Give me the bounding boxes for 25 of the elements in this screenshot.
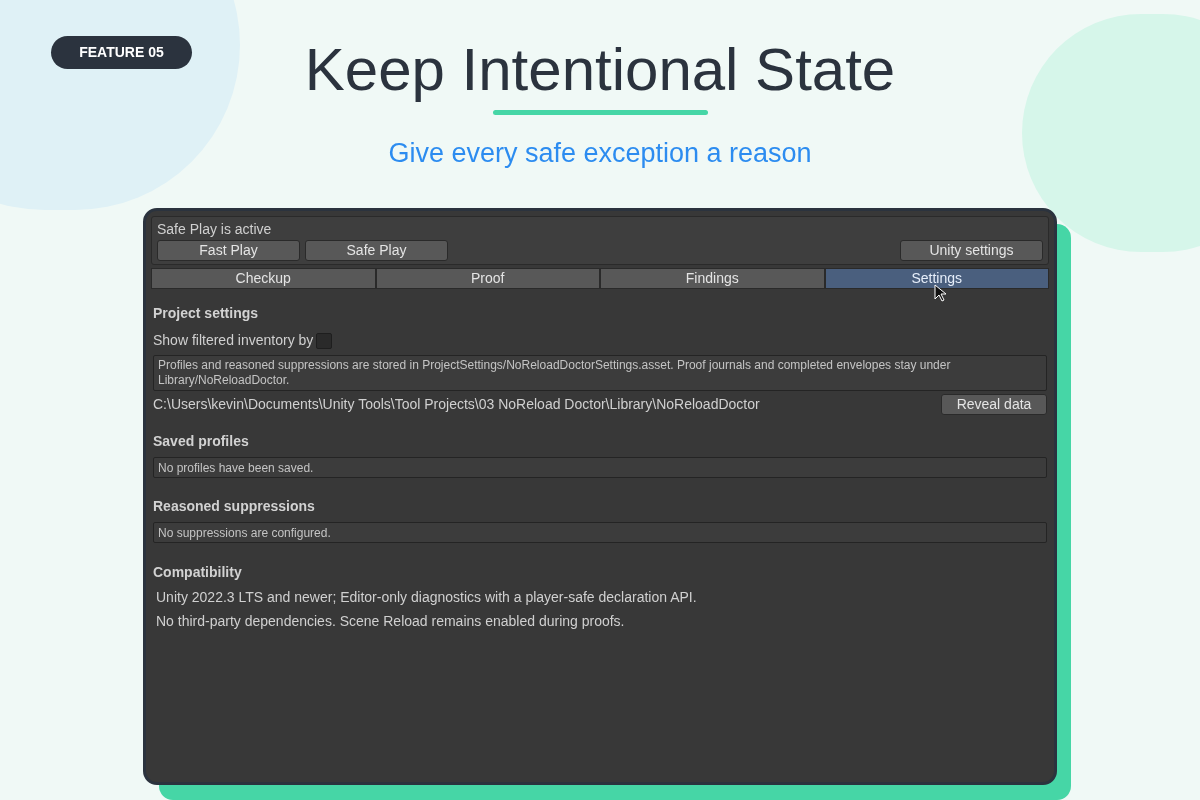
toggle-label: Show filtered inventory by (153, 331, 314, 350)
feature-badge: FEATURE 05 (51, 36, 192, 69)
section-heading: Saved profiles (153, 432, 250, 451)
cursor-icon (934, 284, 948, 302)
unity-settings-button[interactable]: Unity settings (900, 240, 1043, 261)
checkbox[interactable] (316, 332, 333, 349)
data-path: C:\Users\kevin\Documents\Unity Tools\Tool Projects\03 NoReload Doctor\Library\NoReloadDoctor (153, 395, 761, 414)
message-box: No profiles have been saved. (153, 457, 1047, 478)
reveal-data-button[interactable]: Reveal data (941, 394, 1047, 415)
tab[interactable]: Proof (375, 268, 600, 289)
section-heading: Project settings (153, 304, 260, 323)
tab[interactable]: Findings (600, 268, 825, 289)
play-button[interactable]: Safe Play (305, 240, 448, 261)
subtitle: Give every safe exception a reason (388, 137, 812, 170)
tab[interactable]: Settings (824, 268, 1049, 289)
info-box: Profiles and reasoned suppressions are stored in ProjectSettings/NoReloadDoctorSettings.asset. Proof journals and completed envelopes stay under Library/NoReloadDoctor. (153, 355, 1047, 391)
status-text: Safe Play is active (157, 220, 273, 238)
section-heading: Reasoned suppressions (153, 497, 316, 516)
message-box: No suppressions are configured. (153, 522, 1047, 543)
tab[interactable]: Checkup (151, 268, 376, 289)
section-heading: Compatibility (153, 563, 243, 582)
compatibility-text: Unity 2022.3 LTS and newer; Editor-only diagnostics with a player-safe declaration API. (156, 588, 698, 607)
page-title: Keep Intentional State (304, 35, 896, 105)
play-button[interactable]: Fast Play (157, 240, 300, 261)
compatibility-text: No third-party dependencies. Scene Reload remains enabled during proofs. (156, 612, 626, 631)
